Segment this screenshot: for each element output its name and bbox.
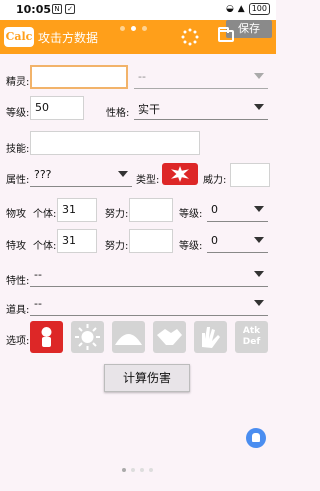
notification-icon: N xyxy=(52,4,62,14)
item-label: 道具: xyxy=(6,305,30,316)
trait-value: -- xyxy=(34,268,42,281)
battery-icon: 100 xyxy=(248,3,270,15)
page-dot-active xyxy=(131,26,136,31)
type-physical-icon[interactable] xyxy=(162,163,198,185)
status-time: 10:05 xyxy=(16,3,52,16)
special-grade-value: 0 xyxy=(211,234,218,247)
option-helping-toggle[interactable] xyxy=(153,321,186,353)
calculate-damage-button[interactable]: 计算伤害 xyxy=(104,364,190,392)
special-iv-label: 个体: xyxy=(33,241,57,252)
option-crit-toggle[interactable] xyxy=(30,321,63,353)
special-iv-input[interactable]: 31 xyxy=(57,229,97,253)
sun-icon xyxy=(75,324,100,350)
nature-label: 性格: xyxy=(106,108,130,119)
status-right: ◒ ▲ 100 xyxy=(226,3,270,15)
status-icons: N ✓ xyxy=(52,4,75,14)
folder-icon[interactable] xyxy=(218,27,234,42)
chevron-down-icon xyxy=(118,171,128,177)
power-label: 威力: xyxy=(203,175,227,186)
hands-icon xyxy=(202,327,220,348)
spirit-form-value: -- xyxy=(138,70,146,83)
page-title: 攻击方数据 xyxy=(38,31,99,45)
type-label: 类型: xyxy=(136,175,160,186)
page-dot-active xyxy=(122,468,126,472)
spirit-label: 精灵: xyxy=(6,77,30,88)
dome-icon xyxy=(115,334,142,345)
android-icon xyxy=(252,433,260,442)
nature-value: 实干 xyxy=(138,103,160,116)
handshake-icon xyxy=(157,329,182,345)
options-label: 选项: xyxy=(6,336,30,347)
option-atk-def-toggle[interactable]: Atk Def xyxy=(235,321,268,353)
physical-ev-input[interactable] xyxy=(129,198,173,222)
crit-icon xyxy=(41,327,52,347)
android-fab[interactable] xyxy=(246,428,266,448)
item-value: -- xyxy=(34,297,42,310)
option-hands-toggle[interactable] xyxy=(194,321,227,353)
special-attack-label: 特攻 xyxy=(6,241,26,252)
nature-select[interactable]: 实干 xyxy=(134,96,268,120)
level-label: 等级: xyxy=(6,108,30,119)
trait-label: 特性: xyxy=(6,276,30,287)
special-grade-select[interactable]: 0 xyxy=(207,229,268,253)
loading-spinner-icon xyxy=(181,28,199,46)
spirit-form-select[interactable]: -- xyxy=(134,65,268,89)
chevron-down-icon xyxy=(254,237,264,243)
item-select[interactable]: -- xyxy=(30,292,268,316)
physical-iv-input[interactable]: 31 xyxy=(57,198,97,222)
attribute-value: ??? xyxy=(34,168,52,181)
page-dot xyxy=(120,26,125,31)
signal-icon: ▲ xyxy=(237,4,245,14)
page-dot xyxy=(131,468,135,472)
physical-ev-label: 努力: xyxy=(105,209,129,220)
special-grade-label: 等级: xyxy=(179,241,203,252)
wifi-icon: ◒ xyxy=(225,4,234,14)
level-input[interactable]: 50 xyxy=(30,96,84,120)
power-input[interactable] xyxy=(230,163,270,187)
chevron-down-icon xyxy=(254,300,264,306)
chevron-down-icon xyxy=(254,73,264,79)
attribute-select[interactable]: ??? xyxy=(30,163,132,187)
chevron-down-icon xyxy=(254,104,264,110)
physical-attack-label: 物攻 xyxy=(6,209,26,220)
spirit-input[interactable] xyxy=(30,65,128,89)
option-field-toggle[interactable] xyxy=(112,321,145,353)
page-indicator-top xyxy=(120,26,147,31)
page-dot xyxy=(140,468,144,472)
status-bar: 10:05 N ✓ ◒ ▲ 100 xyxy=(0,0,276,20)
special-ev-input[interactable] xyxy=(129,229,173,253)
skill-label: 技能: xyxy=(6,144,30,155)
physical-grade-label: 等级: xyxy=(179,209,203,220)
calc-logo: Calc xyxy=(4,27,34,47)
option-weather-toggle[interactable] xyxy=(71,321,104,353)
trait-select[interactable]: -- xyxy=(30,263,268,287)
physical-iv-label: 个体: xyxy=(33,209,57,220)
page-indicator-bottom xyxy=(122,468,153,472)
special-ev-label: 努力: xyxy=(105,241,129,252)
skill-input[interactable] xyxy=(30,131,200,155)
physical-grade-value: 0 xyxy=(211,203,218,216)
page-dot xyxy=(142,26,147,31)
check-icon: ✓ xyxy=(65,4,75,14)
atk-def-icon: Atk Def xyxy=(242,326,261,347)
burst-icon xyxy=(171,166,189,182)
chevron-down-icon xyxy=(254,206,264,212)
chevron-down-icon xyxy=(254,271,264,277)
page-dot xyxy=(149,468,153,472)
physical-grade-select[interactable]: 0 xyxy=(207,198,268,222)
attribute-label: 属性: xyxy=(6,175,30,186)
